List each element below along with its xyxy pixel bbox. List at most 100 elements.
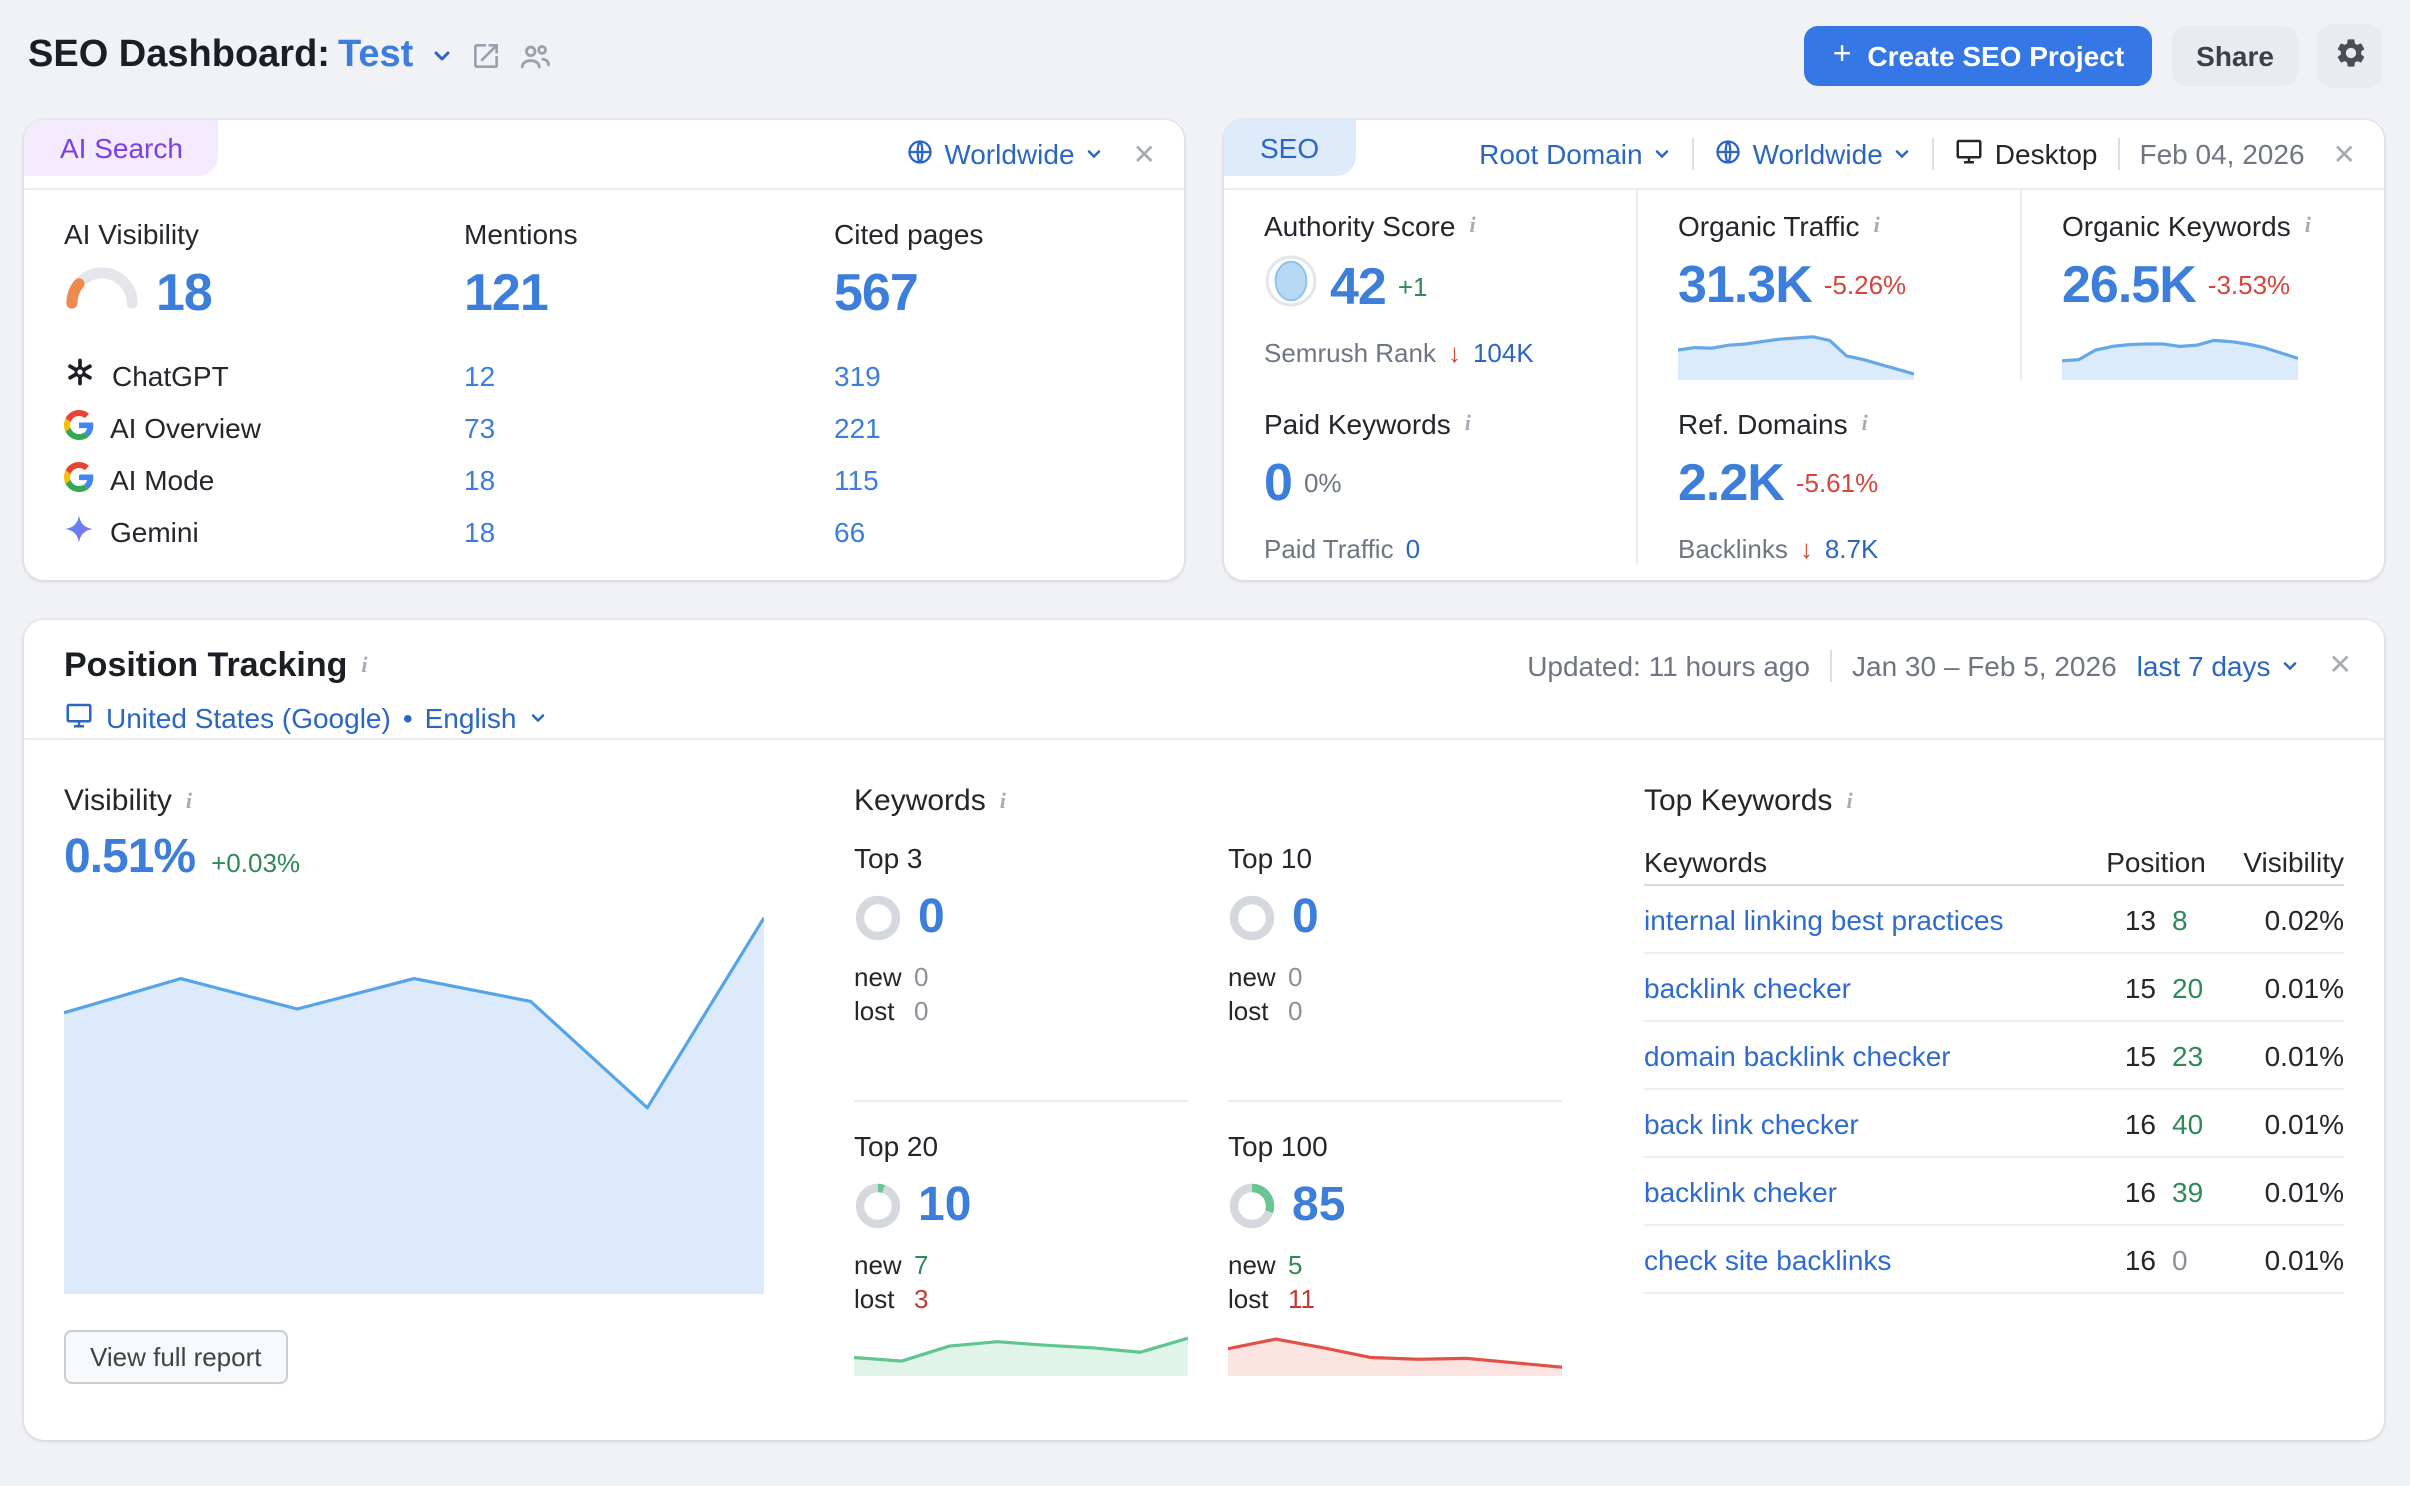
project-name[interactable]: Test [338,34,413,76]
ref-domains-delta: -5.61% [1796,468,1878,498]
cited-pages-value[interactable]: 567 [834,262,1184,324]
info-icon[interactable]: i [1469,214,1475,238]
seo-card-close-icon[interactable]: ✕ [2325,133,2364,175]
arrow-down-icon: ↓ [1448,338,1461,368]
external-link-icon[interactable] [469,40,501,72]
project-chevron-down-icon[interactable] [429,44,453,68]
organic-traffic-label: Organic Traffic [1678,210,1860,242]
keyword-link[interactable]: backlink checker [1644,971,2088,1003]
share-users-icon[interactable] [517,39,551,73]
engine-mentions[interactable]: 18 [464,516,834,548]
tab-seo[interactable]: SEO [1224,120,1355,176]
keyword-link[interactable]: check site backlinks [1644,1243,2088,1275]
keyword-link[interactable]: domain backlink checker [1644,1039,2088,1071]
table-row: domain backlink checker 15 23 0.01% [1644,1022,2344,1090]
backlinks-value[interactable]: 8.7K [1825,534,1879,564]
keywords-label: Keywords [854,784,986,818]
info-icon[interactable]: i [1862,412,1868,436]
keywords-bucket-top100: Top 100 85 new5 lost11 [1228,1102,1562,1418]
visibility-value: 0.01% [2224,1175,2344,1207]
engine-cited[interactable]: 66 [834,516,1184,548]
visibility-value: 0.02% [2224,903,2344,935]
device-label: Desktop [1995,138,2098,170]
settings-button[interactable] [2318,24,2382,88]
info-icon[interactable]: i [1000,789,1006,813]
bucket-value[interactable]: 0 [1292,890,1319,946]
new-count[interactable]: 0 [914,962,928,992]
table-row: backlink checker 15 20 0.01% [1644,954,2344,1022]
share-button[interactable]: Share [2172,26,2298,86]
ai-region-dropdown[interactable]: Worldwide [906,137,1104,171]
keyword-link[interactable]: backlink cheker [1644,1175,2088,1207]
visibility-trend-chart[interactable] [64,914,764,1294]
lost-count[interactable]: 3 [914,1284,928,1314]
bucket-value[interactable]: 10 [918,1178,971,1234]
lost-count[interactable]: 0 [1288,996,1302,1026]
visibility-value: 0.01% [2224,1243,2344,1275]
ai-card-close-icon[interactable]: ✕ [1125,133,1164,175]
donut-chart-icon [854,894,902,942]
mentions-value[interactable]: 121 [464,262,834,324]
semrush-rank-value[interactable]: 104K [1473,338,1534,368]
keywords-section: Keywords i Top 3 0 new0 lost0 Top 10 [854,784,1574,1418]
paid-keywords-share: 0% [1304,468,1342,498]
position-change: 20 [2156,971,2224,1003]
engine-cited[interactable]: 221 [834,412,1184,444]
organic-traffic-value[interactable]: 31.3K [1678,254,1812,316]
period-dropdown[interactable]: last 7 days [2137,649,2301,681]
lost-count[interactable]: 0 [914,996,928,1026]
bucket-value[interactable]: 0 [918,890,945,946]
new-count[interactable]: 5 [1288,1250,1302,1280]
keyword-link[interactable]: internal linking best practices [1644,903,2088,935]
info-icon[interactable]: i [1846,789,1852,813]
lost-count[interactable]: 11 [1288,1284,1315,1314]
info-icon[interactable]: i [1874,214,1880,238]
bucket-value[interactable]: 85 [1292,1178,1345,1234]
paid-traffic-value[interactable]: 0 [1406,534,1420,564]
device-selector[interactable]: Desktop [1955,136,2098,172]
donut-chart-icon [1228,894,1276,942]
position-tracking-close-icon[interactable]: ✕ [2321,644,2360,686]
globe-icon [1715,137,1743,171]
new-count[interactable]: 0 [1288,962,1302,992]
engine-name: AI Overview [110,412,261,444]
tracking-target-dropdown[interactable]: United States (Google) • English [64,700,2360,736]
visibility-value: 0.01% [2224,1039,2344,1071]
engine-name: Gemini [110,516,199,548]
engine-cited[interactable]: 115 [834,464,1184,496]
engine-mentions[interactable]: 18 [464,464,834,496]
info-icon[interactable]: i [2305,214,2311,238]
engine-mentions[interactable]: 73 [464,412,834,444]
create-seo-project-button[interactable]: + Create SEO Project [1805,26,2152,86]
engine-cited[interactable]: 319 [834,359,1184,391]
ai-engine-row-chatgpt: ChatGPT 12 319 [64,356,1184,394]
tab-ai-search[interactable]: AI Search [24,120,219,176]
info-icon[interactable]: i [186,789,192,813]
view-full-report-button[interactable]: View full report [64,1330,288,1384]
info-icon[interactable]: i [1465,412,1471,436]
info-icon[interactable]: i [361,653,367,677]
donut-chart-icon [854,1182,902,1230]
position-value: 16 [2088,1107,2156,1139]
seo-region-dropdown[interactable]: Worldwide [1715,137,1913,171]
paid-keywords-value[interactable]: 0 [1264,452,1292,514]
globe-icon [906,137,934,171]
paid-keywords-cell: Paid Keywords i 0 0% Paid Traffic 0 [1224,380,1636,564]
chevron-down-icon [1893,144,1913,164]
col-position: Position [2088,845,2224,877]
table-row: backlink cheker 16 39 0.01% [1644,1158,2344,1226]
authority-score-value: 42 [1330,255,1386,317]
ai-search-card: AI Search Worldwide ✕ AI Visibility Ment… [24,120,1184,580]
organic-keywords-sparkline [2062,320,2298,380]
engine-mentions[interactable]: 12 [464,359,834,391]
bullet-separator: • [403,702,413,734]
desktop-icon [1955,136,1985,172]
page-title-text: SEO Dashboard: [28,34,330,76]
new-count[interactable]: 7 [914,1250,928,1280]
visibility-label: Visibility [64,784,172,818]
organic-keywords-value[interactable]: 26.5K [2062,254,2196,316]
ref-domains-value[interactable]: 2.2K [1678,452,1784,514]
ai-region-label: Worldwide [944,138,1074,170]
root-domain-dropdown[interactable]: Root Domain [1479,138,1672,170]
keyword-link[interactable]: back link checker [1644,1107,2088,1139]
